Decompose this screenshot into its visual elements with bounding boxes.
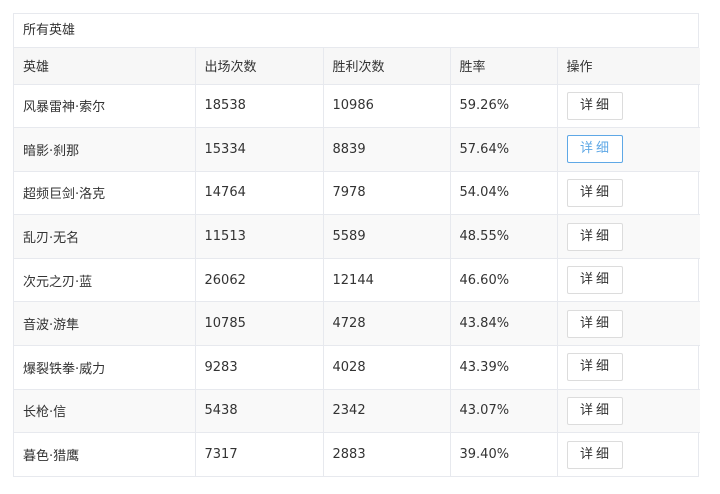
heroes-table: 英雄 出场次数 胜利次数 胜率 操作 风暴雷神·索尔 18538 10986 5… [14, 48, 700, 477]
column-header-appearances: 出场次数 [195, 48, 324, 85]
action-cell: 详细 [557, 433, 700, 477]
details-button[interactable]: 详细 [566, 222, 623, 251]
appearances-count: 26062 [195, 258, 324, 303]
win-rate: 46.60% [450, 258, 558, 303]
win-rate: 54.04% [450, 171, 558, 216]
win-rate: 43.07% [450, 389, 558, 434]
details-button[interactable]: 详细 [566, 266, 623, 295]
action-cell: 详细 [557, 389, 700, 434]
action-cell: 详细 [557, 84, 700, 129]
win-rate: 59.26% [450, 84, 558, 129]
table-row: 音波·游隼 10785 4728 43.84% 详细 [14, 301, 700, 347]
wins-count: 8839 [323, 127, 451, 172]
details-button[interactable]: 详细 [566, 178, 623, 207]
details-button[interactable]: 详细 [566, 353, 623, 382]
action-cell: 详细 [557, 345, 700, 390]
hero-name: 次元之刃·蓝 [14, 258, 196, 303]
heroes-panel: 所有英雄 英雄 出场次数 胜利次数 胜率 操作 风暴雷神·索尔 18538 10… [13, 13, 700, 478]
wins-count: 10986 [323, 84, 451, 129]
appearances-count: 9283 [195, 345, 324, 390]
header-row: 英雄 出场次数 胜利次数 胜率 操作 [14, 48, 700, 85]
column-header-action: 操作 [557, 48, 700, 85]
win-rate: 39.40% [450, 432, 558, 477]
wins-count: 4028 [323, 345, 451, 390]
action-cell: 详细 [557, 214, 700, 259]
hero-name: 暮色·猎鹰 [14, 432, 196, 477]
hero-name: 长枪·信 [14, 389, 196, 434]
appearances-count: 7317 [195, 432, 324, 477]
appearances-count: 18538 [195, 84, 324, 129]
appearances-count: 14764 [195, 171, 324, 216]
win-rate: 43.39% [450, 345, 558, 390]
details-button[interactable]: 详细 [566, 309, 623, 338]
table-header: 英雄 出场次数 胜利次数 胜率 操作 [14, 48, 700, 85]
table-row: 乱刃·无名 11513 5589 48.55% 详细 [14, 214, 700, 259]
details-button[interactable]: 详细 [566, 440, 623, 469]
details-button[interactable]: 详细 [566, 396, 623, 425]
hero-name: 风暴雷神·索尔 [14, 84, 196, 129]
column-header-wins: 胜利次数 [323, 48, 451, 85]
appearances-count: 15334 [195, 127, 324, 172]
table-row: 超频巨剑·洛克 14764 7978 54.04% 详细 [14, 171, 700, 216]
wins-count: 5589 [323, 214, 451, 259]
hero-name: 爆裂铁拳·威力 [14, 345, 196, 390]
table-row: 爆裂铁拳·威力 9283 4028 43.39% 详细 [14, 345, 700, 390]
appearances-count: 11513 [195, 214, 324, 259]
details-button[interactable]: 详细 [566, 91, 623, 120]
table-row: 风暴雷神·索尔 18538 10986 59.26% 详细 [14, 84, 700, 129]
appearances-count: 10785 [195, 301, 324, 347]
hero-name: 暗影·刹那 [14, 127, 196, 172]
action-cell: 详细 [557, 301, 700, 347]
wins-count: 4728 [323, 301, 451, 347]
table-row: 次元之刃·蓝 26062 12144 46.60% 详细 [14, 258, 700, 303]
table-body: 风暴雷神·索尔 18538 10986 59.26% 详细 暗影·刹那 1533… [14, 84, 700, 477]
wins-count: 2342 [323, 389, 451, 434]
table-row: 暗影·刹那 15334 8839 57.64% 详细 [14, 127, 700, 172]
win-rate: 48.55% [450, 214, 558, 259]
column-header-hero: 英雄 [14, 48, 196, 85]
win-rate: 43.84% [450, 301, 558, 347]
wins-count: 2883 [323, 432, 451, 477]
wins-count: 7978 [323, 171, 451, 216]
details-button[interactable]: 详细 [566, 135, 623, 164]
table-row: 暮色·猎鹰 7317 2883 39.40% 详细 [14, 432, 700, 477]
action-cell: 详细 [557, 127, 700, 172]
appearances-count: 5438 [195, 389, 324, 434]
panel-title: 所有英雄 [14, 14, 698, 48]
column-header-win-rate: 胜率 [450, 48, 558, 85]
hero-name: 音波·游隼 [14, 301, 196, 347]
action-cell: 详细 [557, 171, 700, 216]
table-row: 长枪·信 5438 2342 43.07% 详细 [14, 389, 700, 434]
wins-count: 12144 [323, 258, 451, 303]
action-cell: 详细 [557, 258, 700, 303]
hero-name: 超频巨剑·洛克 [14, 171, 196, 216]
hero-name: 乱刃·无名 [14, 214, 196, 259]
win-rate: 57.64% [450, 127, 558, 172]
